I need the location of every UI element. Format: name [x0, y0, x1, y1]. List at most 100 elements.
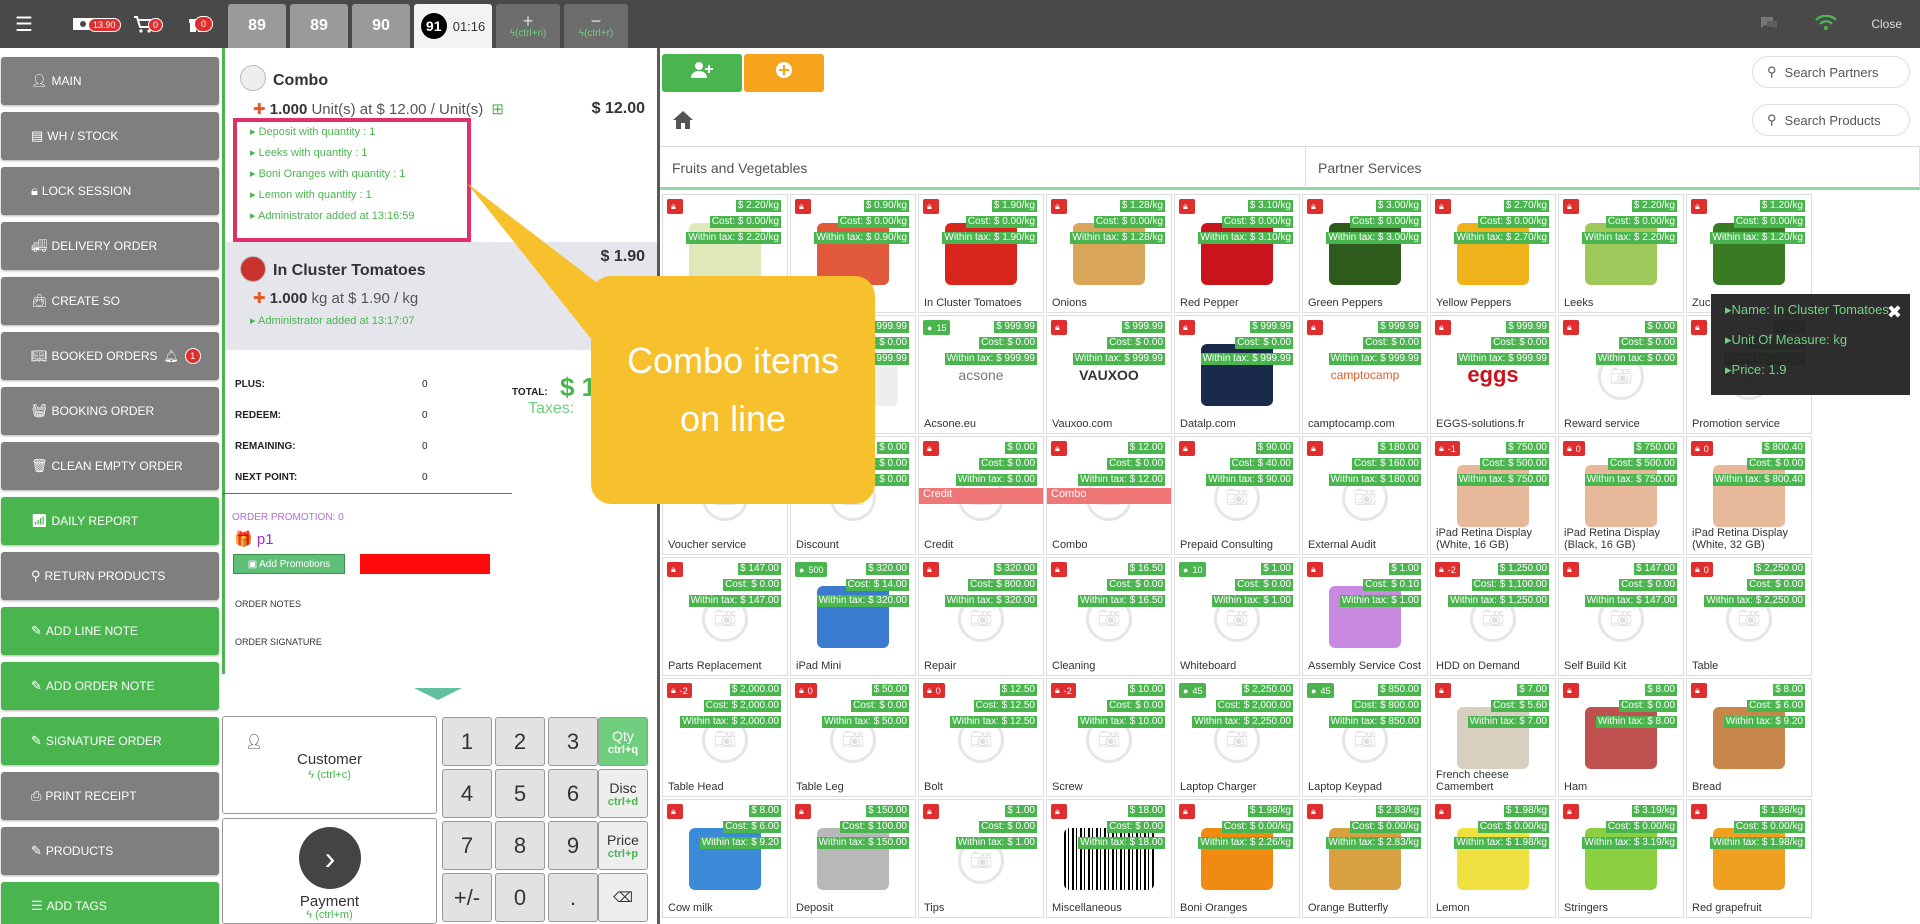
- product-tile[interactable]: 🔒︎ $ 1.90/kg Cost: $ 0.00/kg Within tax: $ …: [918, 194, 1044, 313]
- order-tab[interactable]: 90: [352, 4, 410, 48]
- product-tile[interactable]: 🔒︎ 0 $ 800.40 Cost: $ 0.00 Within tax: $ 800…: [1686, 436, 1812, 555]
- product-tile[interactable]: 📷︎ 🔒︎ $ 1.00 Cost: $ 0.00 Within tax: $ 1.00…: [918, 799, 1044, 918]
- product-tile[interactable]: 🔒︎ $ 8.00 Cost: $ 6.00 Within tax: $ 9.20 Br…: [1686, 678, 1812, 797]
- product-tile[interactable]: 📷︎ 🔒︎ -2 $ 2,000.00 Cost: $ 2,000.00 Within t…: [662, 678, 788, 797]
- payment-button[interactable]: › Payment ϟ (ctrl+m): [222, 818, 437, 924]
- product-tile[interactable]: acsone ● 15 $ 999.99 Cost: $ 0.00 Within tax:…: [918, 315, 1044, 434]
- product-tile[interactable]: 📷︎ 🔒︎ $ 320.00 Cost: $ 800.00 Within tax: $ …: [918, 557, 1044, 676]
- cart-icon[interactable]: 0: [124, 0, 164, 48]
- delete-order-button[interactable]: − ϟ(ctrl+r): [564, 4, 628, 48]
- close-button[interactable]: Close: [1871, 17, 1902, 31]
- menu-button[interactable]: ☰ ADD TAGS: [1, 882, 219, 924]
- category-fruits-vegetables[interactable]: Fruits and Vegetables: [660, 147, 1306, 188]
- menu-button[interactable]: 👤︎ MAIN: [1, 57, 219, 105]
- order-line-combo[interactable]: Combo ✚ 1.000 Unit(s) at $ 12.00 / Unit(…: [225, 48, 657, 242]
- product-tile[interactable]: 🔒︎ $ 3.10/kg Cost: $ 0.00/kg Within tax: $ …: [1174, 194, 1300, 313]
- product-tile[interactable]: 🔒︎ $ 18.00 Cost: $ 0.00 Within tax: $ 18.00…: [1046, 799, 1172, 918]
- numpad-mode-qty[interactable]: Qty ctrl+q: [598, 717, 648, 766]
- menu-button[interactable]: 🚚︎ DELIVERY ORDER: [1, 222, 219, 270]
- numpad-key[interactable]: +/-: [442, 873, 492, 922]
- product-tile[interactable]: 🔒︎ 0 $ 750.00 Cost: $ 500.00 Within tax: $ 7…: [1558, 436, 1684, 555]
- backspace-key[interactable]: ⌫: [598, 873, 648, 922]
- product-tile[interactable]: eggs 🔒︎ $ 999.99 Cost: $ 0.00 Within tax: $ …: [1430, 315, 1556, 434]
- menu-button[interactable]: ⚲ RETURN PRODUCTS: [1, 552, 219, 600]
- order-tab-active[interactable]: 91 01:16: [414, 4, 492, 48]
- product-tile[interactable]: 📷︎🔒︎$ 0.00Cost: $ 0.00Within tax: $ 0.00…: [1558, 315, 1684, 434]
- menu-button[interactable]: 🔒︎ LOCK SESSION: [1, 167, 219, 215]
- gift-icon[interactable]: 0: [176, 0, 218, 48]
- menu-button[interactable]: ✎ ADD ORDER NOTE: [1, 662, 219, 710]
- numpad-key[interactable]: 9: [548, 821, 598, 870]
- product-tile[interactable]: 📷︎ 🔒︎ $ 180.00 Cost: $ 160.00 Within tax: $ …: [1302, 436, 1428, 555]
- product-tile[interactable]: 🔒︎ $ 1.98/kg Cost: $ 0.00/kg Within tax: $ …: [1174, 799, 1300, 918]
- product-tile[interactable]: 🔒︎ $ 7.00 Cost: $ 5.60 Within tax: $ 7.00 Fr…: [1430, 678, 1556, 797]
- product-tile[interactable]: 🔒︎ $ 2.20/kg Cost: $ 0.00/kg Within tax: $ …: [1558, 194, 1684, 313]
- product-tile[interactable]: 📷︎ ● 10 $ 1.00 Cost: $ 0.00 Within tax: $ 1.0…: [1174, 557, 1300, 676]
- product-tile[interactable]: 🔒︎ $ 150.00 Cost: $ 100.00 Within tax: $ 15…: [790, 799, 916, 918]
- product-tile[interactable]: 🔒︎ $ 1.00 Cost: $ 0.10 Within tax: $ 1.00 As…: [1302, 557, 1428, 676]
- remove-promotions-button[interactable]: [360, 554, 490, 574]
- product-tile[interactable]: 📷︎ 🔒︎ 0 $ 2,250.00 Cost: $ 0.00 Within tax: $…: [1686, 557, 1812, 676]
- product-tile[interactable]: 📷︎ 🔒︎ 0 $ 12.50 Cost: $ 12.50 Within tax: $ 1…: [918, 678, 1044, 797]
- product-tile[interactable]: 📷︎ ● 45 $ 2,250.00 Cost: $ 2,000.00 Within ta…: [1174, 678, 1300, 797]
- product-tile[interactable]: 🔒︎ $ 2.83/kg Cost: $ 0.00/kg Within tax: $ …: [1302, 799, 1428, 918]
- menu-button[interactable]: 🗑︎ CLEAN EMPTY ORDER: [1, 442, 219, 490]
- menu-button[interactable]: 📖︎ BOOKED ORDERS 🔔︎ 1: [1, 332, 219, 380]
- product-tile[interactable]: 📷︎ 🔒︎ -2 $ 1,250.00 Cost: $ 1,100.00 Within t…: [1430, 557, 1556, 676]
- product-tile[interactable]: 📷︎ 🔒︎ $ 147.00 Cost: $ 0.00 Within tax: $ 14…: [1558, 557, 1684, 676]
- add-customer-button[interactable]: [662, 54, 742, 92]
- menu-button[interactable]: ✎ SIGNATURE ORDER: [1, 717, 219, 765]
- numpad-key[interactable]: 2: [495, 717, 545, 766]
- new-order-button[interactable]: + ϟ(ctrl+n): [496, 4, 560, 48]
- chat-icon[interactable]: [1759, 15, 1779, 34]
- product-tile[interactable]: 📷︎ 🔒︎ $ 16.50 Cost: $ 0.00 Within tax: $ 16.…: [1046, 557, 1172, 676]
- product-tile[interactable]: VAUXOO 🔒︎ $ 999.99 Cost: $ 0.00 Within tax: …: [1046, 315, 1172, 434]
- numpad-key[interactable]: 5: [495, 769, 545, 818]
- search-partners-input[interactable]: ⚲ Search Partners: [1752, 56, 1910, 88]
- product-tile[interactable]: 🔒︎ $ 2.70/kg Cost: $ 0.00/kg Within tax: $ …: [1430, 194, 1556, 313]
- numpad-key[interactable]: 7: [442, 821, 492, 870]
- menu-button[interactable]: 📶︎ DAILY REPORT: [1, 497, 219, 545]
- numpad-key[interactable]: 1: [442, 717, 492, 766]
- numpad-key[interactable]: .: [548, 873, 598, 922]
- collapse-arrow-icon[interactable]: [414, 688, 462, 700]
- numpad-key[interactable]: 0: [495, 873, 545, 922]
- menu-button[interactable]: ✎ ADD LINE NOTE: [1, 607, 219, 655]
- product-tile[interactable]: 📷︎ 🔒︎ $ 90.00 Cost: $ 40.00 Within tax: $ 90…: [1174, 436, 1300, 555]
- order-tab[interactable]: 89: [228, 4, 286, 48]
- product-tile[interactable]: 📷︎ 🔒︎ $ 147.00 Cost: $ 0.00 Within tax: $ 14…: [662, 557, 788, 676]
- cash-icon[interactable]: 13.90: [62, 0, 121, 48]
- product-tile[interactable]: camptocamp 🔒︎ $ 999.99 Cost: $ 0.00 Within t…: [1302, 315, 1428, 434]
- menu-button[interactable]: ✎ PRODUCTS: [1, 827, 219, 875]
- customer-button[interactable]: 👤︎ Customer ϟ (ctrl+c): [222, 716, 437, 814]
- product-tile[interactable]: 📷︎ 🔒︎ -2 $ 10.00 Cost: $ 0.00 Within tax: $ 1…: [1046, 678, 1172, 797]
- product-tile[interactable]: 📷︎Combo🔒︎$ 12.00Cost: $ 0.00Within tax: …: [1046, 436, 1172, 555]
- product-tile[interactable]: 🔒︎ $ 999.99 Cost: $ 0.00 Within tax: $ 999.…: [1174, 315, 1300, 434]
- add-product-button[interactable]: [744, 54, 824, 92]
- home-icon[interactable]: [672, 110, 694, 136]
- category-partner-services[interactable]: Partner Services: [1306, 147, 1920, 188]
- numpad-key[interactable]: 6: [548, 769, 598, 818]
- product-tile[interactable]: 📷︎Credit🔒︎$ 0.00Cost: $ 0.00Within tax: …: [918, 436, 1044, 555]
- menu-button[interactable]: ▤ WH / STOCK: [1, 112, 219, 160]
- numpad-mode-price[interactable]: Price ctrl+p: [598, 821, 648, 870]
- add-promotions-button[interactable]: ▣ Add Promotions: [233, 554, 345, 574]
- close-icon[interactable]: ✖: [1887, 302, 1902, 323]
- product-tile[interactable]: ● 500 $ 320.00 Cost: $ 14.00 Within tax: $ 3…: [790, 557, 916, 676]
- order-tab[interactable]: 89: [290, 4, 348, 48]
- product-tile[interactable]: 🔒︎ $ 8.00 Cost: $ 6.00 Within tax: $ 9.20 Co…: [662, 799, 788, 918]
- product-tile[interactable]: 🔒︎ $ 8.00 Cost: $ 0.00 Within tax: $ 8.00 Ha…: [1558, 678, 1684, 797]
- product-tile[interactable]: 🔒︎ $ 1.28/kg Cost: $ 0.00/kg Within tax: $ …: [1046, 194, 1172, 313]
- product-tile[interactable]: 🔒︎ $ 1.98/kg Cost: $ 0.00/kg Within tax: $ …: [1686, 799, 1812, 918]
- product-tile[interactable]: 📷︎ 🔒︎ 0 $ 50.00 Cost: $ 0.00 Within tax: $ 50…: [790, 678, 916, 797]
- menu-button[interactable]: ⎙ PRINT RECEIPT: [1, 772, 219, 820]
- promotion-item[interactable]: 🎁 p1: [234, 530, 274, 548]
- numpad-mode-disc[interactable]: Disc ctrl+d: [598, 769, 648, 818]
- menu-icon[interactable]: ☰: [0, 0, 48, 48]
- product-tile[interactable]: 🔒︎ $ 3.19/kg Cost: $ 0.00/kg Within tax: $ …: [1558, 799, 1684, 918]
- product-tile[interactable]: 🔒︎ $ 3.00/kg Cost: $ 0.00/kg Within tax: $ …: [1302, 194, 1428, 313]
- product-tile[interactable]: 📷︎ ● 45 $ 850.00 Cost: $ 800.00 Within tax: $…: [1302, 678, 1428, 797]
- numpad-key[interactable]: 8: [495, 821, 545, 870]
- menu-button[interactable]: 🧺︎ BOOKING ORDER: [1, 387, 219, 435]
- product-tile[interactable]: 🔒︎ -1 $ 750.00 Cost: $ 500.00 Within tax: $ …: [1430, 436, 1556, 555]
